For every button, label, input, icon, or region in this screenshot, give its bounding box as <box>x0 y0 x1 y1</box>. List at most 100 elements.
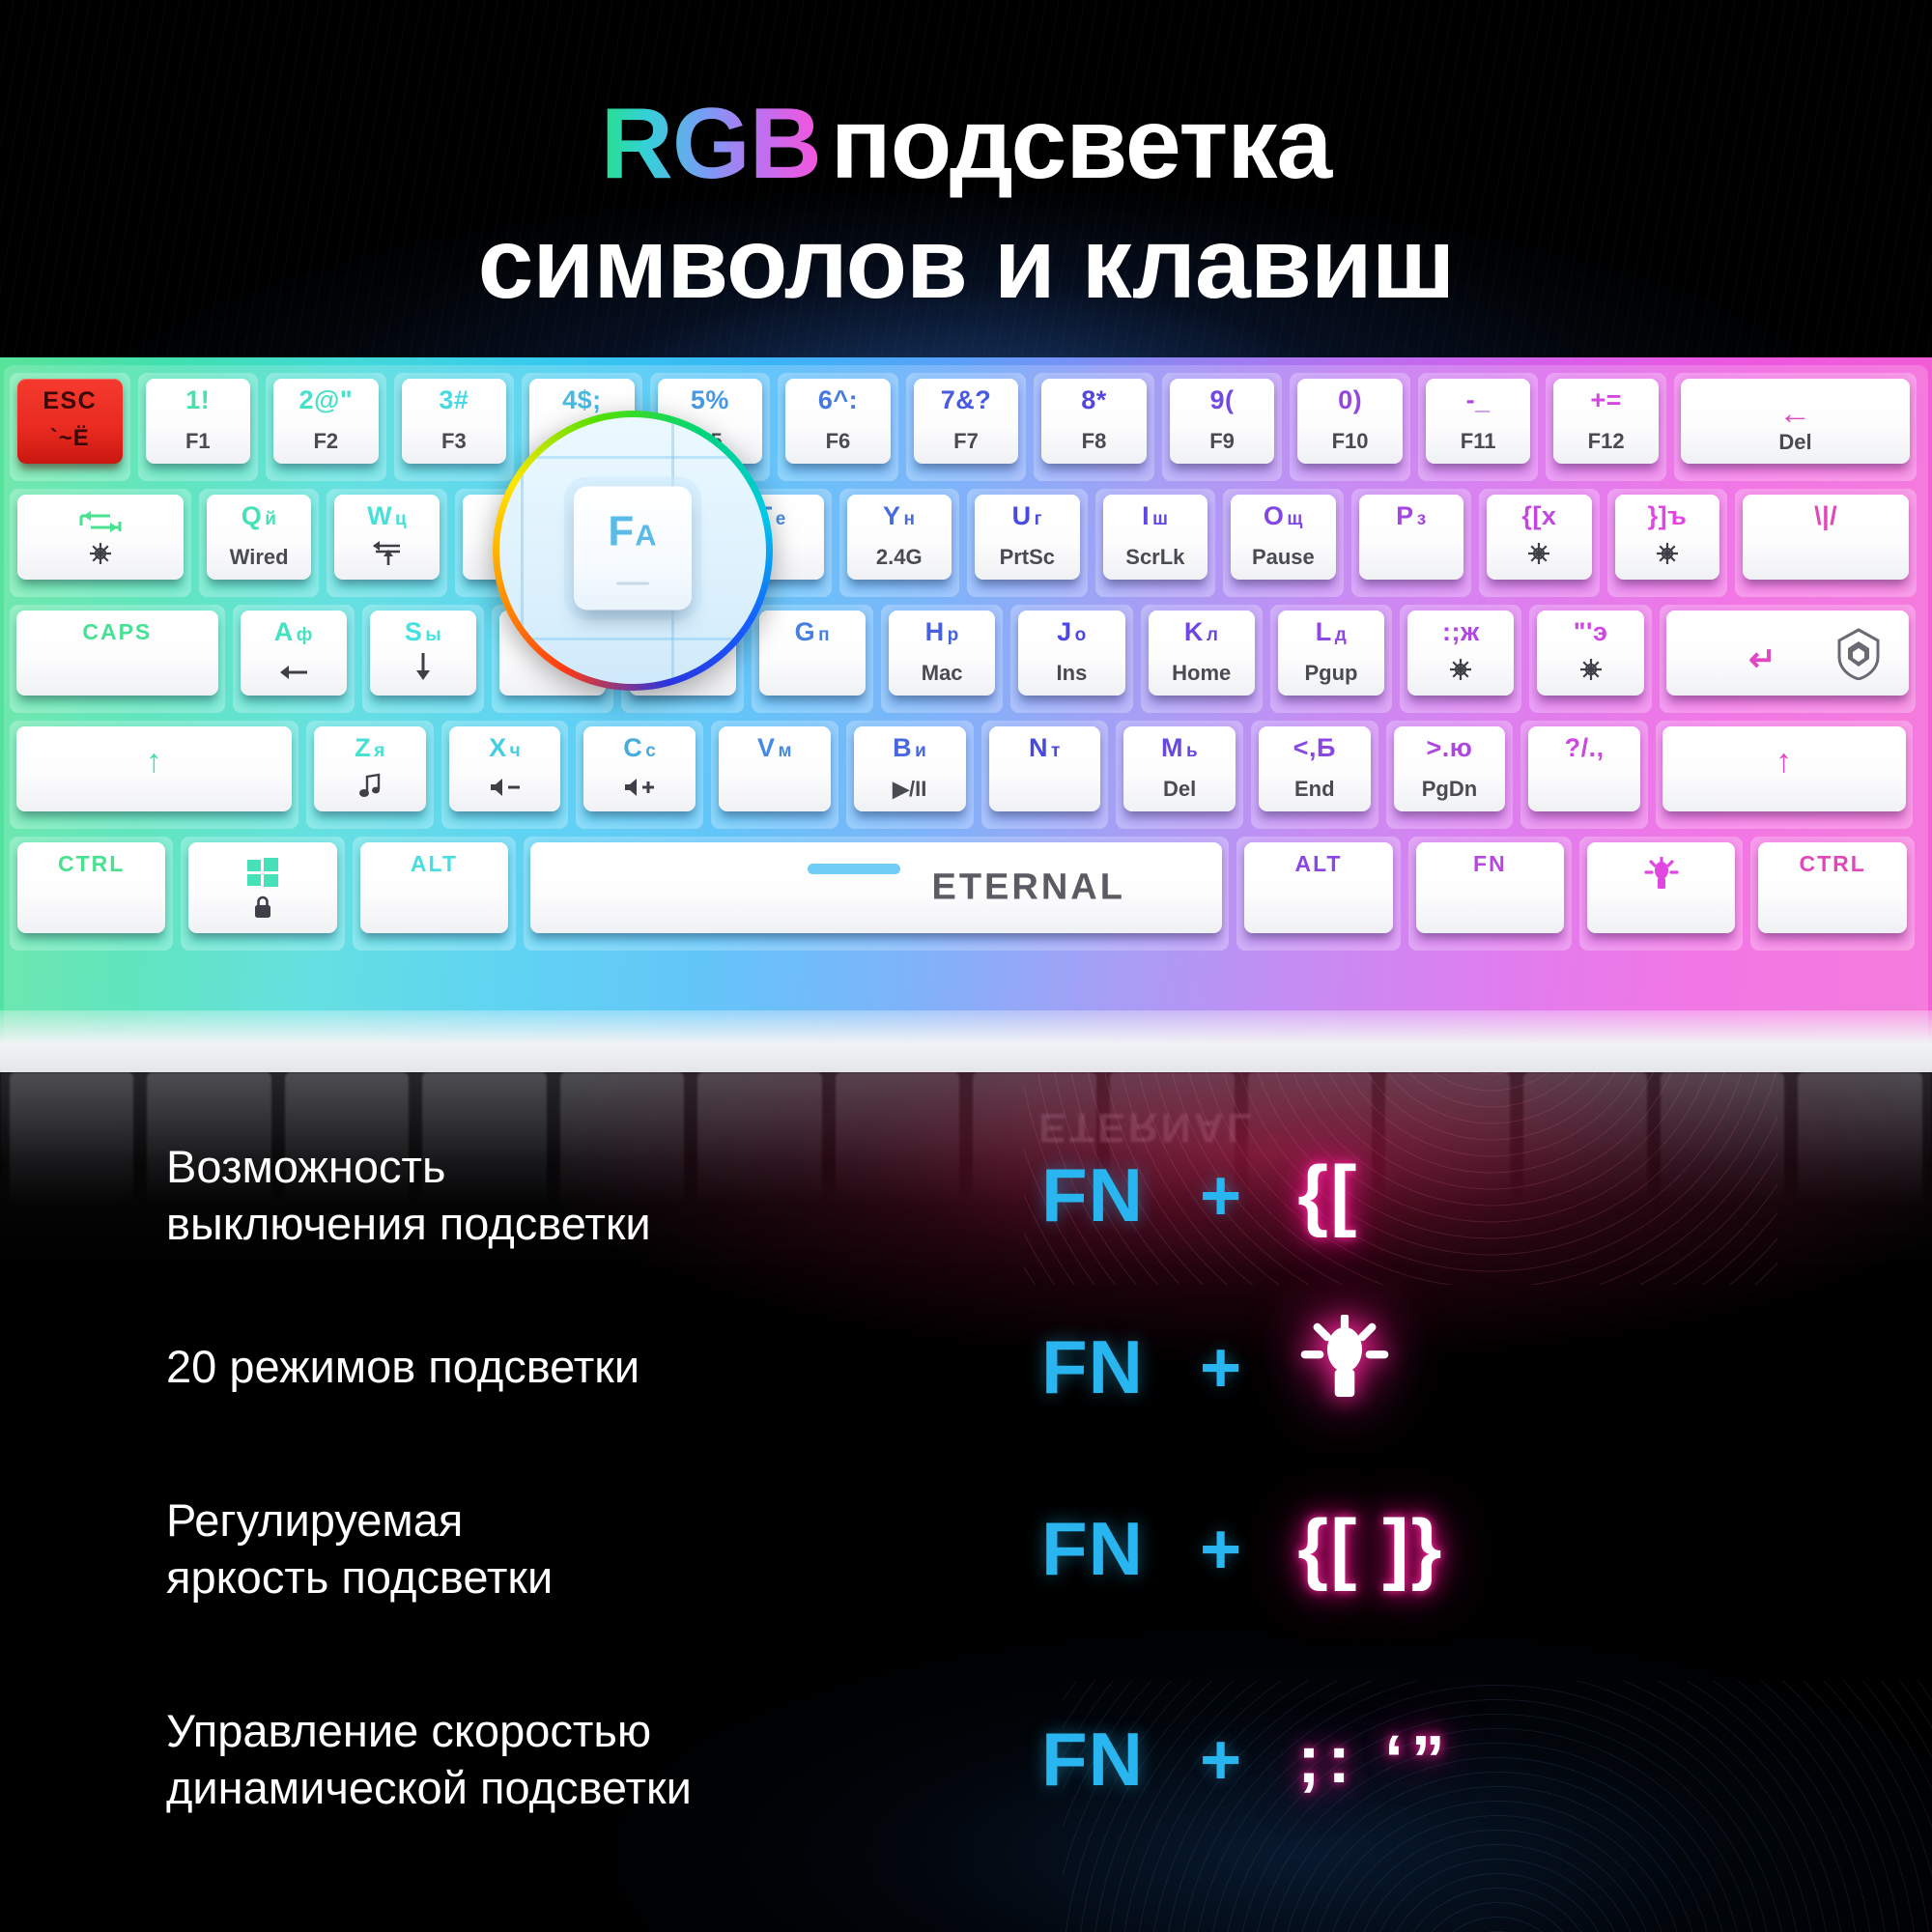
key-semicolon[interactable]: :;ж <box>1407 611 1515 696</box>
key-n[interactable]: Nт <box>988 726 1101 811</box>
key-cell-lctrl[interactable]: CTRL <box>10 837 173 951</box>
key-cell-n[interactable]: Nт <box>981 721 1109 829</box>
key-cell-g[interactable]: Gп <box>752 605 873 713</box>
key-cell-k[interactable]: Kл Home <box>1141 605 1263 713</box>
key-cell-p[interactable]: Pз <box>1351 489 1472 597</box>
key-lctrl[interactable]: CTRL <box>17 842 166 933</box>
key-z[interactable]: Zя <box>314 726 426 811</box>
key-equal[interactable]: += F12 <box>1553 379 1659 464</box>
key-cell-2[interactable]: 2@" F2 <box>266 373 386 481</box>
key-cell-semicolon[interactable]: :;ж <box>1400 605 1521 713</box>
key-0[interactable]: 0) F10 <box>1297 379 1403 464</box>
key-x[interactable]: Xч <box>448 726 561 811</box>
key-cell-rshift[interactable]: ↑ <box>1656 721 1913 829</box>
key-h[interactable]: Hр Mac <box>889 611 996 696</box>
key-win[interactable] <box>188 842 337 933</box>
key-cell-equal[interactable]: += F12 <box>1546 373 1666 481</box>
key-slash[interactable]: ?/., <box>1528 726 1640 811</box>
key-cell-backslash[interactable]: \|/ <box>1735 489 1917 597</box>
key-lbracket[interactable]: {[х <box>1487 495 1592 580</box>
key-s[interactable]: Sы <box>369 611 477 696</box>
key-6[interactable]: 6^: F6 <box>785 379 891 464</box>
key-cell-space[interactable]: ETERNAL <box>524 837 1229 951</box>
key-k[interactable]: Kл Home <box>1148 611 1255 696</box>
key-cell-w[interactable]: Wц <box>327 489 447 597</box>
key-rshift[interactable]: ↑ <box>1662 726 1906 811</box>
key-2[interactable]: 2@" F2 <box>273 379 379 464</box>
key-comma[interactable]: <,Б End <box>1258 726 1371 811</box>
key-fn[interactable]: FN <box>1415 842 1565 933</box>
key-o[interactable]: Oщ Pause <box>1231 495 1336 580</box>
key-b[interactable]: Bи ▶/II <box>853 726 966 811</box>
key-enter[interactable]: ↵ <box>1665 611 1910 696</box>
key-minus[interactable]: -_ F11 <box>1425 379 1531 464</box>
key-p[interactable]: Pз <box>1358 495 1464 580</box>
key-light[interactable] <box>1587 842 1736 933</box>
key-cell-v[interactable]: Vм <box>711 721 838 829</box>
key-cell-0[interactable]: 0) F10 <box>1290 373 1410 481</box>
key-rbracket[interactable]: }]ъ <box>1614 495 1720 580</box>
key-cell-j[interactable]: Jо Ins <box>1010 605 1132 713</box>
key-cell-m[interactable]: Mь Del <box>1116 721 1243 829</box>
key-cell-ralt[interactable]: ALT <box>1236 837 1400 951</box>
key-cell-y[interactable]: Yн 2.4G <box>839 489 960 597</box>
key-c[interactable]: Cс <box>583 726 696 811</box>
key-7[interactable]: 7&? F7 <box>913 379 1019 464</box>
key-cell-q[interactable]: Qй Wired <box>199 489 320 597</box>
key-v[interactable]: Vм <box>719 726 831 811</box>
key-quote[interactable]: "'э <box>1537 611 1644 696</box>
key-cell-minus[interactable]: -_ F11 <box>1418 373 1539 481</box>
key-esc[interactable]: ESC `~Ё <box>17 379 123 464</box>
key-cell-b[interactable]: Bи ▶/II <box>846 721 974 829</box>
key-cell-8[interactable]: 8* F8 <box>1034 373 1154 481</box>
key-cell-x[interactable]: Xч <box>441 721 569 829</box>
key-i[interactable]: Iш ScrLk <box>1102 495 1208 580</box>
key-cell-rctrl[interactable]: CTRL <box>1750 837 1914 951</box>
key-q[interactable]: Qй Wired <box>206 495 312 580</box>
key-cell-quote[interactable]: "'э <box>1529 605 1651 713</box>
key-l[interactable]: Lд Pgup <box>1277 611 1385 696</box>
key-8[interactable]: 8* F8 <box>1041 379 1147 464</box>
key-g[interactable]: Gп <box>758 611 867 696</box>
key-cell-s[interactable]: Sы <box>362 605 484 713</box>
key-cell-6[interactable]: 6^: F6 <box>778 373 898 481</box>
key-u[interactable]: Uг PrtSc <box>975 495 1080 580</box>
key-w[interactable]: Wц <box>334 495 440 580</box>
key-period[interactable]: >.ю PgDn <box>1393 726 1506 811</box>
key-cell-esc[interactable]: ESC `~Ё <box>10 373 130 481</box>
key-cell-slash[interactable]: ?/., <box>1520 721 1648 829</box>
key-a[interactable]: Aф <box>240 611 347 696</box>
key-space[interactable]: ETERNAL <box>530 842 1223 933</box>
key-3[interactable]: 3# F3 <box>401 379 507 464</box>
key-cell-period[interactable]: >.ю PgDn <box>1386 721 1514 829</box>
key-cell-win[interactable] <box>181 837 344 951</box>
key-cell-7[interactable]: 7&? F7 <box>906 373 1027 481</box>
key-1[interactable]: 1! F1 <box>145 379 251 464</box>
key-cell-rbracket[interactable]: }]ъ <box>1607 489 1728 597</box>
key-cell-tab[interactable] <box>10 489 191 597</box>
key-caps[interactable]: CAPS <box>16 611 218 696</box>
key-rctrl[interactable]: CTRL <box>1758 842 1907 933</box>
key-cell-lbracket[interactable]: {[х <box>1479 489 1600 597</box>
key-cell-comma[interactable]: <,Б End <box>1251 721 1378 829</box>
key-cell-h[interactable]: Hр Mac <box>881 605 1003 713</box>
key-cell-lalt[interactable]: ALT <box>353 837 516 951</box>
key-y[interactable]: Yн 2.4G <box>846 495 952 580</box>
key-j[interactable]: Jо Ins <box>1018 611 1125 696</box>
key-ralt[interactable]: ALT <box>1244 842 1393 933</box>
key-backspace[interactable]: ← Del <box>1680 379 1911 464</box>
key-cell-c[interactable]: Cс <box>576 721 703 829</box>
key-backslash[interactable]: \|/ <box>1743 495 1910 580</box>
key-cell-o[interactable]: Oщ Pause <box>1223 489 1344 597</box>
key-lalt[interactable]: ALT <box>359 842 509 933</box>
key-cell-u[interactable]: Uг PrtSc <box>967 489 1088 597</box>
key-cell-a[interactable]: Aф <box>233 605 355 713</box>
key-cell-caps[interactable]: CAPS <box>10 605 225 713</box>
key-lshift[interactable]: ↑ <box>16 726 293 811</box>
key-tab[interactable] <box>17 495 184 580</box>
key-cell-1[interactable]: 1! F1 <box>138 373 259 481</box>
key-cell-enter[interactable]: ↵ <box>1660 605 1916 713</box>
key-cell-light[interactable] <box>1579 837 1743 951</box>
key-cell-i[interactable]: Iш ScrLk <box>1095 489 1216 597</box>
key-cell-fn[interactable]: FN <box>1408 837 1572 951</box>
